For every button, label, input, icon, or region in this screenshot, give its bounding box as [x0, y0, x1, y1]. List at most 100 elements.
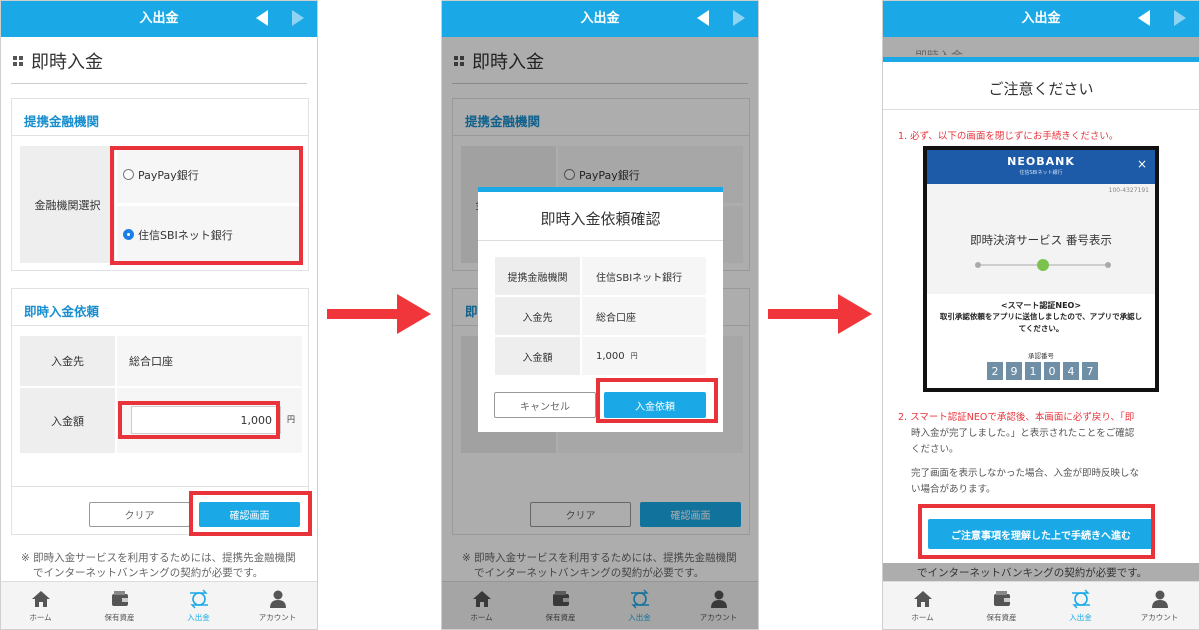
deposit-section-title: 即時入金依頼	[24, 304, 100, 319]
back-arrow-icon[interactable]	[1138, 10, 1150, 26]
tab-label: ホーム	[911, 612, 934, 622]
amount-input[interactable]: 1,000	[131, 406, 281, 434]
caution-dialog: ご注意ください 1. 必ず、以下の画面を閉じずにお手続きください。 NEOBAN…	[883, 57, 1199, 563]
bank-option-paypay[interactable]: PayPay銀行	[117, 146, 302, 203]
cancel-button[interactable]: キャンセル	[494, 392, 596, 418]
divider	[12, 135, 308, 136]
tab-deposit[interactable]: 入出金	[159, 582, 238, 629]
bank-section-title: 提携金融機関	[24, 114, 100, 129]
forward-arrow-icon[interactable]	[292, 10, 304, 26]
tab-label: 入出金	[187, 612, 210, 622]
tutorial-stage: 入出金 即時入金 提携金融機関 金融機関選択 PayPay銀行 住信SBIネット…	[0, 0, 1200, 630]
grid-icon	[13, 56, 23, 66]
clear-button[interactable]: クリア	[89, 502, 190, 527]
tab-label: 保有資産	[986, 612, 1017, 622]
back-arrow-icon[interactable]	[697, 10, 709, 26]
tab-bar: ホーム 保有資産 入出金 アカウント	[1, 581, 317, 629]
close-icon[interactable]: ×	[1137, 157, 1147, 171]
amount-unit: 円	[287, 415, 295, 424]
confirm-button[interactable]: 確認画面	[199, 502, 300, 527]
forward-arrow-icon[interactable]	[1174, 10, 1186, 26]
code-digit: 2	[987, 362, 1003, 380]
info-line: い場合があります。	[911, 484, 996, 495]
header-title: 入出金	[1021, 11, 1061, 26]
proceed-button[interactable]: ご注意事項を理解した上で手続きへ進む	[928, 519, 1154, 549]
tab-assets[interactable]: 保有資産	[80, 582, 159, 629]
dest-value: 総合口座	[117, 336, 302, 386]
page-title: 即時入金	[13, 48, 103, 74]
neobank-sub: 住信SBIネット銀行	[1019, 170, 1063, 176]
caution-title: ご注意ください	[988, 80, 1094, 98]
neobank-screenshot: NEOBANK 住信SBIネット銀行 × 100-4327191 即時決済サービ…	[923, 146, 1159, 392]
neobank-service: 即時決済サービス 番号表示	[970, 233, 1112, 247]
header-title: 入出金	[139, 11, 179, 26]
tab-bar: ホーム 保有資産 入出金 アカウント	[883, 581, 1199, 629]
neobank-body: 100-4327191 即時決済サービス 番号表示	[927, 184, 1155, 294]
divider	[11, 83, 307, 84]
divider	[883, 109, 1199, 110]
dest-label: 入金先	[20, 336, 115, 386]
wallet-icon	[993, 590, 1010, 606]
amount-label: 入金額	[20, 388, 115, 453]
user-icon	[1151, 590, 1168, 608]
step2-line: 2. スマート認証NEOで承認後、本画面に必ず戻り、「即	[898, 412, 1135, 423]
code-digit: 1	[1025, 362, 1041, 380]
approval-code: 2 9 1 0 4 7	[987, 362, 1098, 380]
coin-transfer-icon	[189, 589, 208, 608]
divider	[12, 486, 308, 487]
divider	[478, 240, 723, 241]
dialog-bank-label: 提携金融機関	[495, 257, 580, 295]
tab-label: 入出金	[1069, 612, 1092, 622]
tab-home[interactable]: ホーム	[883, 582, 962, 629]
dialog-amount-number: 1,000	[596, 350, 625, 362]
dialog-amount-unit: 円	[630, 352, 638, 360]
info-line: 完了画面を表示しなかった場合、入金が即時反映しな	[911, 468, 1140, 479]
phone-screen-deposit-form: 入出金 即時入金 提携金融機関 金融機関選択 PayPay銀行 住信SBIネット…	[0, 0, 318, 630]
caution-step1: 1. 必ず、以下の画面を閉じずにお手続きください。	[898, 131, 1119, 142]
neo-title: <スマート認証NEO>	[1000, 301, 1082, 310]
tab-label: アカウント	[258, 612, 297, 622]
notice-line: ※ 即時入金サービスを利用するためには、提携先金融機関	[21, 552, 296, 564]
tab-home[interactable]: ホーム	[1, 582, 80, 629]
neo-text: 取引承認依頼をアプリに送信しましたので、アプリで承認してください。	[939, 312, 1143, 333]
top-bar: 入出金	[1, 1, 317, 37]
dialog-bank-value: 住信SBIネット銀行	[582, 257, 706, 295]
radio-icon[interactable]	[123, 169, 134, 180]
top-bar: 入出金	[883, 1, 1199, 37]
step-arrow-icon	[327, 294, 431, 334]
progress-steps-icon	[975, 259, 1111, 271]
tab-label: アカウント	[1140, 612, 1179, 622]
bank-option-label: 住信SBIネット銀行	[138, 228, 233, 242]
bank-option-sbi[interactable]: 住信SBIネット銀行	[117, 206, 302, 263]
home-icon	[31, 590, 50, 607]
neobank-header: NEOBANK 住信SBIネット銀行 ×	[927, 150, 1155, 184]
confirm-dialog: 即時入金依頼確認 提携金融機関 住信SBIネット銀行 入金先 総合口座 入金額 …	[478, 187, 723, 432]
code-digit: 9	[1006, 362, 1022, 380]
phone-screen-confirm-dialog: 入出金 即時入金 提携金融機関 金融機関選択 PayPay銀行 即時入金依頼 ク…	[441, 0, 759, 630]
coin-transfer-icon	[1071, 589, 1090, 608]
caution-step2-cont: 時入金が完了しました。」と表示されたことをご確認 ください。	[911, 426, 1134, 458]
step2-line: 時入金が完了しました。」と表示されたことをご確認	[911, 428, 1135, 439]
bank-section: 提携金融機関 金融機関選択 PayPay銀行 住信SBIネット銀行	[11, 98, 309, 271]
dialog-dest-label: 入金先	[495, 297, 580, 335]
code-digit: 7	[1082, 362, 1098, 380]
neobank-logo: NEOBANK	[1007, 155, 1075, 168]
radio-selected-icon[interactable]	[123, 229, 134, 240]
user-icon	[269, 590, 286, 608]
amount-cell: 1,000 円	[117, 388, 302, 453]
code-digit: 4	[1063, 362, 1079, 380]
tab-account[interactable]: アカウント	[1120, 582, 1199, 629]
forward-arrow-icon[interactable]	[733, 10, 745, 26]
tab-deposit[interactable]: 入出金	[1041, 582, 1120, 629]
back-arrow-icon[interactable]	[256, 10, 268, 26]
page-title-text: 即時入金	[31, 52, 103, 73]
deposit-request-button[interactable]: 入金依頼	[604, 392, 706, 418]
step2-line: ください。	[911, 444, 959, 455]
caution-step2: 2. スマート認証NEOで承認後、本画面に必ず戻り、「即	[898, 410, 1134, 426]
tab-account[interactable]: アカウント	[238, 582, 317, 629]
caution-info: 完了画面を表示しなかった場合、入金が即時反映しな い場合があります。	[911, 466, 1139, 498]
wallet-icon	[111, 590, 128, 606]
tab-assets[interactable]: 保有資産	[962, 582, 1041, 629]
dialog-dest-value: 総合口座	[582, 297, 706, 335]
notice-line: でインターネットバンキングの契約が必要です。	[33, 567, 264, 579]
